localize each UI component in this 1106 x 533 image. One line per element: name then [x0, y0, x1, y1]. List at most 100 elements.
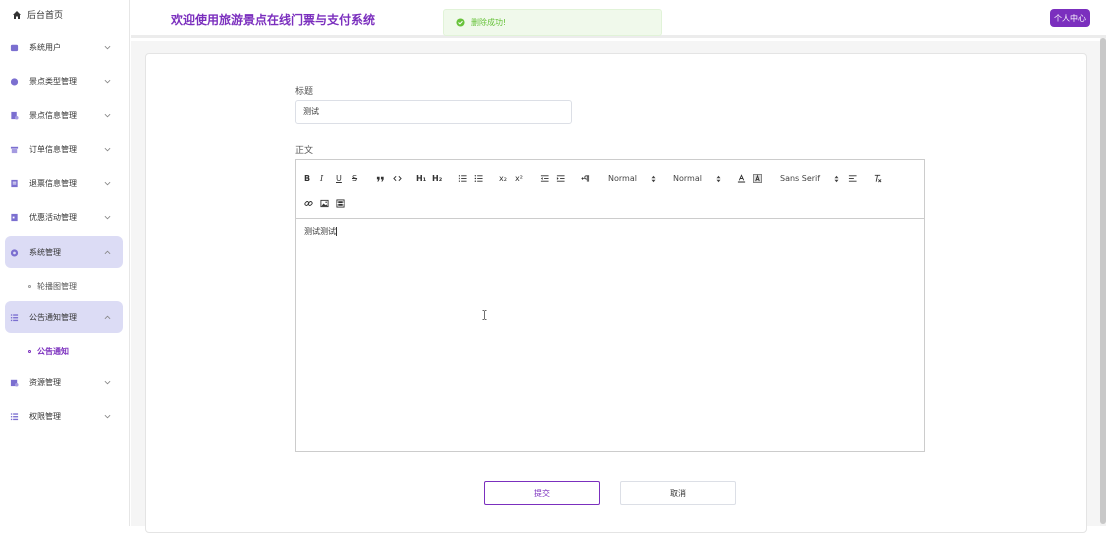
- ibeam-cursor-icon: [482, 310, 487, 320]
- editor-text: 测试测试: [304, 227, 336, 236]
- bullet-list-icon: [474, 174, 483, 182]
- ordered-list-button[interactable]: [458, 172, 467, 184]
- title-input[interactable]: 测试: [295, 100, 572, 124]
- highlight-icon: [753, 173, 762, 183]
- h2-button[interactable]: H₂: [432, 172, 442, 184]
- italic-button[interactable]: I: [320, 172, 323, 184]
- text-caret: [336, 227, 337, 236]
- sidebar-item-resources[interactable]: 资源管理: [5, 366, 123, 398]
- outdent-button[interactable]: [540, 172, 549, 184]
- code-icon: [393, 175, 402, 181]
- link-icon: [304, 200, 313, 206]
- category-icon: [10, 77, 19, 86]
- code-block-button[interactable]: [393, 172, 402, 184]
- sidebar-subitem-notice[interactable]: 公告通知: [28, 346, 69, 357]
- text-color-button[interactable]: [737, 172, 746, 184]
- size-select-value: Normal: [608, 174, 637, 183]
- image-icon: [320, 199, 329, 207]
- align-left-icon: [848, 174, 857, 182]
- toast-message: 删除成功!: [471, 18, 507, 27]
- sidebar-item-orders[interactable]: 订单信息管理: [5, 133, 123, 165]
- video-icon: [336, 198, 345, 208]
- align-button[interactable]: [848, 172, 857, 184]
- chevron-up-icon: [104, 315, 111, 319]
- cancel-button[interactable]: 取消: [620, 481, 736, 505]
- size-select[interactable]: Normal: [608, 174, 656, 183]
- text-direction-button[interactable]: [581, 172, 590, 184]
- chevron-down-icon: [104, 79, 111, 83]
- scrollbar-thumb[interactable]: [1100, 38, 1106, 524]
- indent-icon: [556, 174, 565, 182]
- list-icon: [10, 412, 19, 420]
- chevron-down-icon: [104, 147, 111, 151]
- sidebar-item-notice-management[interactable]: 公告通知管理: [5, 301, 123, 333]
- editor-toolbar: B I U S H₁ H₂ x₂ x² Normal Normal Sans S…: [296, 160, 924, 219]
- bullet-dot: [28, 350, 31, 353]
- bold-button[interactable]: B: [304, 172, 310, 184]
- body-label: 正文: [295, 146, 314, 156]
- sidebar-item-label: 景点类型管理: [29, 76, 77, 86]
- link-button[interactable]: [304, 197, 313, 209]
- promotion-icon: [11, 213, 18, 221]
- editor-content[interactable]: 测试测试: [304, 226, 337, 237]
- users-icon: [10, 44, 19, 51]
- cart-icon: [10, 146, 19, 153]
- indent-button[interactable]: [556, 172, 565, 184]
- video-button[interactable]: [336, 197, 345, 209]
- rtl-icon: [581, 174, 590, 182]
- site-title: 欢迎使用旅游景点在线门票与支付系统: [171, 13, 376, 27]
- sidebar-item-label: 景点信息管理: [29, 110, 77, 120]
- sidebar-item-refunds[interactable]: 退票信息管理: [5, 167, 123, 199]
- header-select[interactable]: Normal: [673, 174, 721, 183]
- folder-icon: [10, 379, 19, 387]
- bullet-list-button[interactable]: [474, 172, 483, 184]
- sidebar-item-scenic-info[interactable]: 景点信息管理: [5, 99, 123, 131]
- subscript-button[interactable]: x₂: [499, 172, 507, 184]
- user-center-button[interactable]: 个人中心: [1050, 9, 1090, 27]
- sidebar-item-label: 权限管理: [29, 411, 61, 421]
- chevron-down-icon: [104, 414, 111, 418]
- select-arrows-icon: [834, 175, 839, 182]
- success-toast: 删除成功!: [443, 9, 662, 36]
- scrollbar[interactable]: [1100, 38, 1106, 526]
- clear-format-button[interactable]: [873, 172, 882, 184]
- select-arrows-icon: [716, 175, 721, 182]
- sidebar-item-label: 资源管理: [29, 377, 61, 387]
- home-link[interactable]: 后台首页: [12, 8, 63, 21]
- home-icon: [13, 10, 21, 19]
- settings-icon: [10, 248, 19, 257]
- font-family-select[interactable]: Sans Serif: [780, 174, 839, 183]
- sidebar-subitem-label: 轮播图管理: [37, 282, 77, 291]
- chevron-up-icon: [104, 250, 111, 254]
- home-label: 后台首页: [27, 11, 64, 21]
- sidebar-item-system-users[interactable]: 系统用户: [5, 31, 123, 63]
- font-family-select-value: Sans Serif: [780, 174, 821, 183]
- sidebar-subitem-label: 公告通知: [37, 347, 69, 356]
- background-color-button[interactable]: [753, 172, 762, 184]
- blockquote-button[interactable]: [376, 172, 385, 184]
- rich-text-editor: B I U S H₁ H₂ x₂ x² Normal Normal Sans S…: [295, 159, 925, 452]
- sidebar-subitem-carousel[interactable]: 轮播图管理: [28, 281, 77, 292]
- outdent-icon: [540, 174, 549, 182]
- sidebar: 后台首页 系统用户 景点类型管理 景点信息管理 订单信息管理 退票信息管理 优惠…: [0, 0, 130, 526]
- sidebar-item-label: 退票信息管理: [29, 178, 77, 188]
- sidebar-item-scenic-types[interactable]: 景点类型管理: [5, 65, 123, 97]
- sidebar-item-label: 订单信息管理: [29, 144, 77, 154]
- font-color-icon: [737, 173, 746, 183]
- chevron-down-icon: [104, 215, 111, 219]
- submit-button[interactable]: 提交: [484, 481, 600, 505]
- sidebar-item-promotions[interactable]: 优惠活动管理: [5, 201, 123, 233]
- image-button[interactable]: [320, 197, 329, 209]
- sidebar-item-permissions[interactable]: 权限管理: [5, 400, 123, 432]
- list-icon: [10, 313, 19, 321]
- strike-button[interactable]: S: [352, 172, 357, 184]
- sidebar-item-label: 优惠活动管理: [29, 212, 77, 222]
- superscript-button[interactable]: x²: [515, 172, 523, 184]
- clear-format-icon: [874, 174, 882, 182]
- h1-button[interactable]: H₁: [416, 172, 426, 184]
- bullet-dot: [28, 285, 31, 288]
- chevron-down-icon: [104, 113, 111, 117]
- sidebar-item-system-management[interactable]: 系统管理: [5, 236, 123, 268]
- underline-button[interactable]: U: [336, 172, 342, 184]
- sidebar-item-label: 系统管理: [29, 247, 61, 257]
